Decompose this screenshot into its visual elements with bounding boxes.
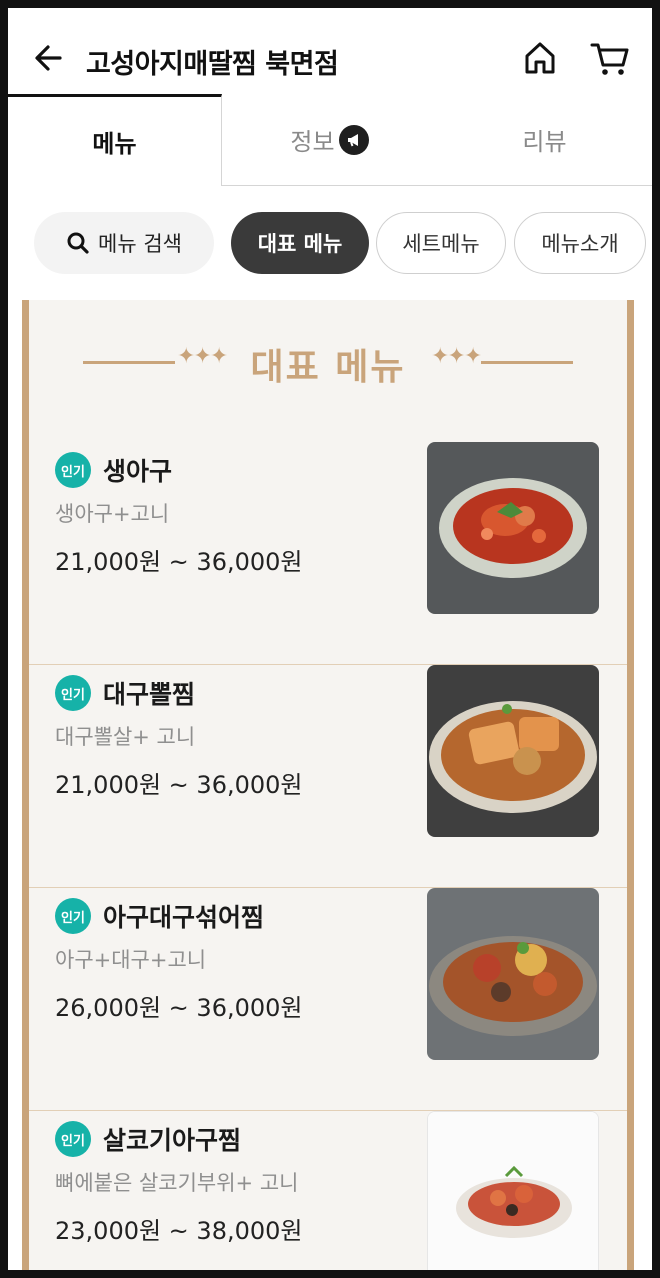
chip-representative-menu[interactable]: 대표 메뉴 <box>231 212 369 274</box>
app-screen: 고성아지매딸찜 북면점 메뉴 정보 리뷰 메뉴 검색 대표 메뉴 세트메뉴 메뉴… <box>8 8 652 1270</box>
menu-item-price: 23,000원 ~ 38,000원 <box>55 1217 303 1245</box>
chip-set-label: 세트메뉴 <box>402 232 480 256</box>
cart-icon[interactable] <box>588 38 632 78</box>
menu-item-description: 대구뽈살+ 고니 <box>55 725 196 749</box>
popular-badge: 인기 <box>55 452 91 488</box>
menu-item-description: 뼈에붙은 살코기부위+ 고니 <box>55 1171 299 1195</box>
menu-item[interactable]: 인기 대구뽈찜 대구뽈살+ 고니 21,000원 ~ 36,000원 <box>29 665 627 888</box>
menu-item-name: 대구뽈찜 <box>103 680 196 709</box>
representative-menu-panel: ✦✦✦ 대표 메뉴 ✦✦✦ 인기 생아구 생아구+고니 21,000원 ~ 36… <box>22 300 634 1270</box>
back-arrow-icon[interactable] <box>30 38 70 78</box>
menu-item-photo <box>427 665 599 837</box>
tab-menu-label: 메뉴 <box>92 130 137 158</box>
menu-item-description: 아구+대구+고니 <box>55 948 207 972</box>
menu-item-photo <box>427 888 599 1060</box>
tab-info-label: 정보 <box>290 128 335 156</box>
megaphone-icon <box>338 124 369 155</box>
menu-item-photo <box>427 442 599 614</box>
home-icon[interactable] <box>520 38 560 78</box>
chip-representative-label: 대표 메뉴 <box>257 232 343 256</box>
tab-review[interactable]: 리뷰 <box>437 94 652 186</box>
section-header: ✦✦✦ 대표 메뉴 ✦✦✦ <box>29 332 627 392</box>
tab-review-label: 리뷰 <box>522 128 567 156</box>
menu-item-photo <box>427 1111 599 1270</box>
popular-badge: 인기 <box>55 675 91 711</box>
menu-filter-chips: 메뉴 검색 대표 메뉴 세트메뉴 메뉴소개 <box>8 186 652 300</box>
menu-item-description: 생아구+고니 <box>55 502 170 526</box>
popular-badge: 인기 <box>55 898 91 934</box>
sparkle-icon: ✦✦✦ <box>431 344 482 369</box>
menu-item-name: 아구대구섞어찜 <box>103 903 265 932</box>
chip-menu-intro[interactable]: 메뉴소개 <box>514 212 646 274</box>
menu-search-label: 메뉴 검색 <box>98 232 182 256</box>
menu-item-name: 생아구 <box>103 457 173 486</box>
menu-item-price: 21,000원 ~ 36,000원 <box>55 548 303 576</box>
section-title: 대표 메뉴 <box>250 347 406 388</box>
tab-info[interactable]: 정보 <box>222 94 437 186</box>
menu-item[interactable]: 인기 생아구 생아구+고니 21,000원 ~ 36,000원 <box>29 442 627 665</box>
tab-menu[interactable]: 메뉴 <box>8 94 222 186</box>
menu-item-price: 26,000원 ~ 36,000원 <box>55 994 303 1022</box>
popular-badge: 인기 <box>55 1121 91 1157</box>
menu-search-button[interactable]: 메뉴 검색 <box>34 212 214 274</box>
store-title: 고성아지매딸찜 북면점 <box>86 49 339 80</box>
menu-item-name: 살코기아구찜 <box>103 1126 242 1155</box>
decorative-line <box>481 361 573 364</box>
menu-item[interactable]: 인기 살코기아구찜 뼈에붙은 살코기부위+ 고니 23,000원 ~ 38,00… <box>29 1111 627 1270</box>
top-bar: 고성아지매딸찜 북면점 <box>8 8 652 102</box>
chip-set-menu[interactable]: 세트메뉴 <box>376 212 506 274</box>
menu-item[interactable]: 인기 아구대구섞어찜 아구+대구+고니 26,000원 ~ 36,000원 <box>29 888 627 1111</box>
search-icon <box>67 232 89 254</box>
menu-item-price: 21,000원 ~ 36,000원 <box>55 771 303 799</box>
chip-intro-label: 메뉴소개 <box>541 232 619 256</box>
tab-bar: 메뉴 정보 리뷰 <box>8 94 652 186</box>
